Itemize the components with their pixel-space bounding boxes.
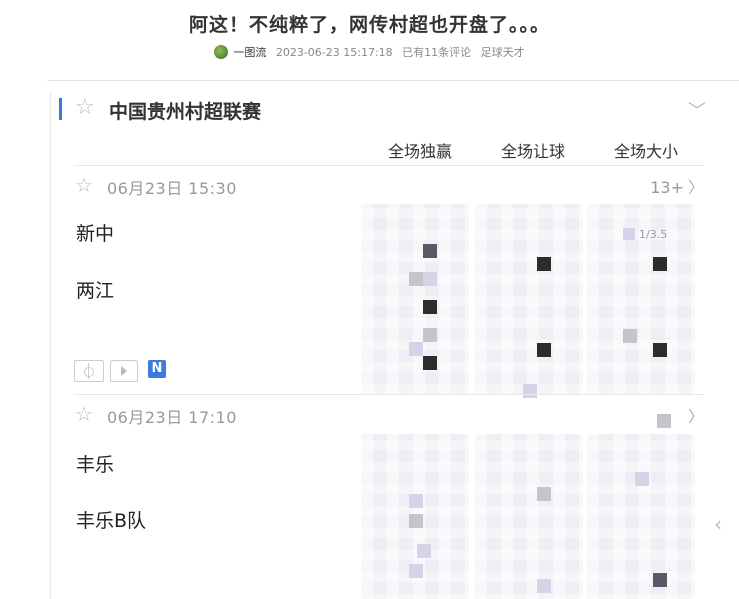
more-markets-link[interactable]: 13+ 〉	[650, 174, 704, 198]
chevron-left-icon[interactable]: ‹	[714, 512, 722, 536]
avatar-icon[interactable]	[214, 45, 229, 59]
category-link[interactable]: 足球天才	[481, 46, 525, 59]
chevron-right-icon: 〉	[687, 407, 704, 426]
column-header-handicap: 全场让球	[500, 142, 565, 161]
odds-cell-win[interactable]	[361, 434, 469, 599]
field-icon[interactable]	[74, 360, 104, 382]
chevron-down-icon[interactable]: ﹀	[688, 97, 706, 123]
odds-column-headers: 全场独赢 全场让球 全场大小	[51, 138, 730, 161]
home-team: 丰乐	[76, 454, 115, 476]
author-name[interactable]: 一图流	[233, 46, 266, 59]
match-datetime: 06月23日 15:30	[107, 179, 237, 198]
column-header-total: 全场大小	[613, 142, 678, 161]
column-header-win: 全场独赢	[387, 142, 452, 161]
odds-cell-total[interactable]: 1/3.5	[587, 204, 695, 394]
article-title: 阿这！不纯粹了，网传村超也开盘了。。。	[188, 14, 550, 36]
odds-hint: 1/3.5	[639, 228, 668, 241]
star-icon[interactable]: ☆	[75, 174, 93, 196]
odds-cell-total[interactable]	[587, 414, 695, 599]
neutral-badge: N	[148, 360, 166, 378]
league-accent-bar	[59, 98, 62, 120]
betting-screenshot: ☆ 中国贵州村超联赛 ﹀ 全场独赢 全场让球 全场大小 ☆ 06月23日 15:…	[50, 92, 730, 599]
star-icon[interactable]: ☆	[75, 403, 93, 425]
away-team: 两江	[76, 280, 115, 302]
home-team: 新中	[76, 223, 115, 245]
match-datetime: 06月23日 17:10	[107, 408, 237, 427]
odds-cell-handicap[interactable]	[475, 204, 583, 398]
more-markets-count: 13+	[650, 178, 684, 197]
match-header[interactable]: ☆ 06月23日 17:10 〉	[51, 401, 730, 429]
odds-cell-win[interactable]	[361, 204, 469, 394]
league-header[interactable]: ☆ 中国贵州村超联赛 ﹀	[51, 92, 730, 126]
match-header[interactable]: ☆ 06月23日 15:30 13+ 〉	[51, 172, 730, 200]
publish-datetime: 2023-06-23 15:17:18	[275, 45, 393, 59]
away-team: 丰乐B队	[76, 510, 147, 532]
divider	[74, 165, 704, 166]
article-meta: 一图流 2023-06-23 15:17:18 已有11条评论 足球天才	[0, 44, 739, 60]
tv-play-icon[interactable]	[110, 360, 138, 382]
more-markets-link[interactable]: 〉	[684, 403, 704, 427]
divider	[74, 394, 704, 395]
star-icon[interactable]: ☆	[75, 97, 95, 119]
league-name: 中国贵州村超联赛	[109, 101, 262, 123]
header-divider	[47, 80, 739, 81]
comment-count[interactable]: 已有11条评论	[402, 46, 471, 59]
chevron-right-icon: 〉	[687, 178, 704, 197]
odds-cell-handicap[interactable]	[475, 434, 583, 599]
